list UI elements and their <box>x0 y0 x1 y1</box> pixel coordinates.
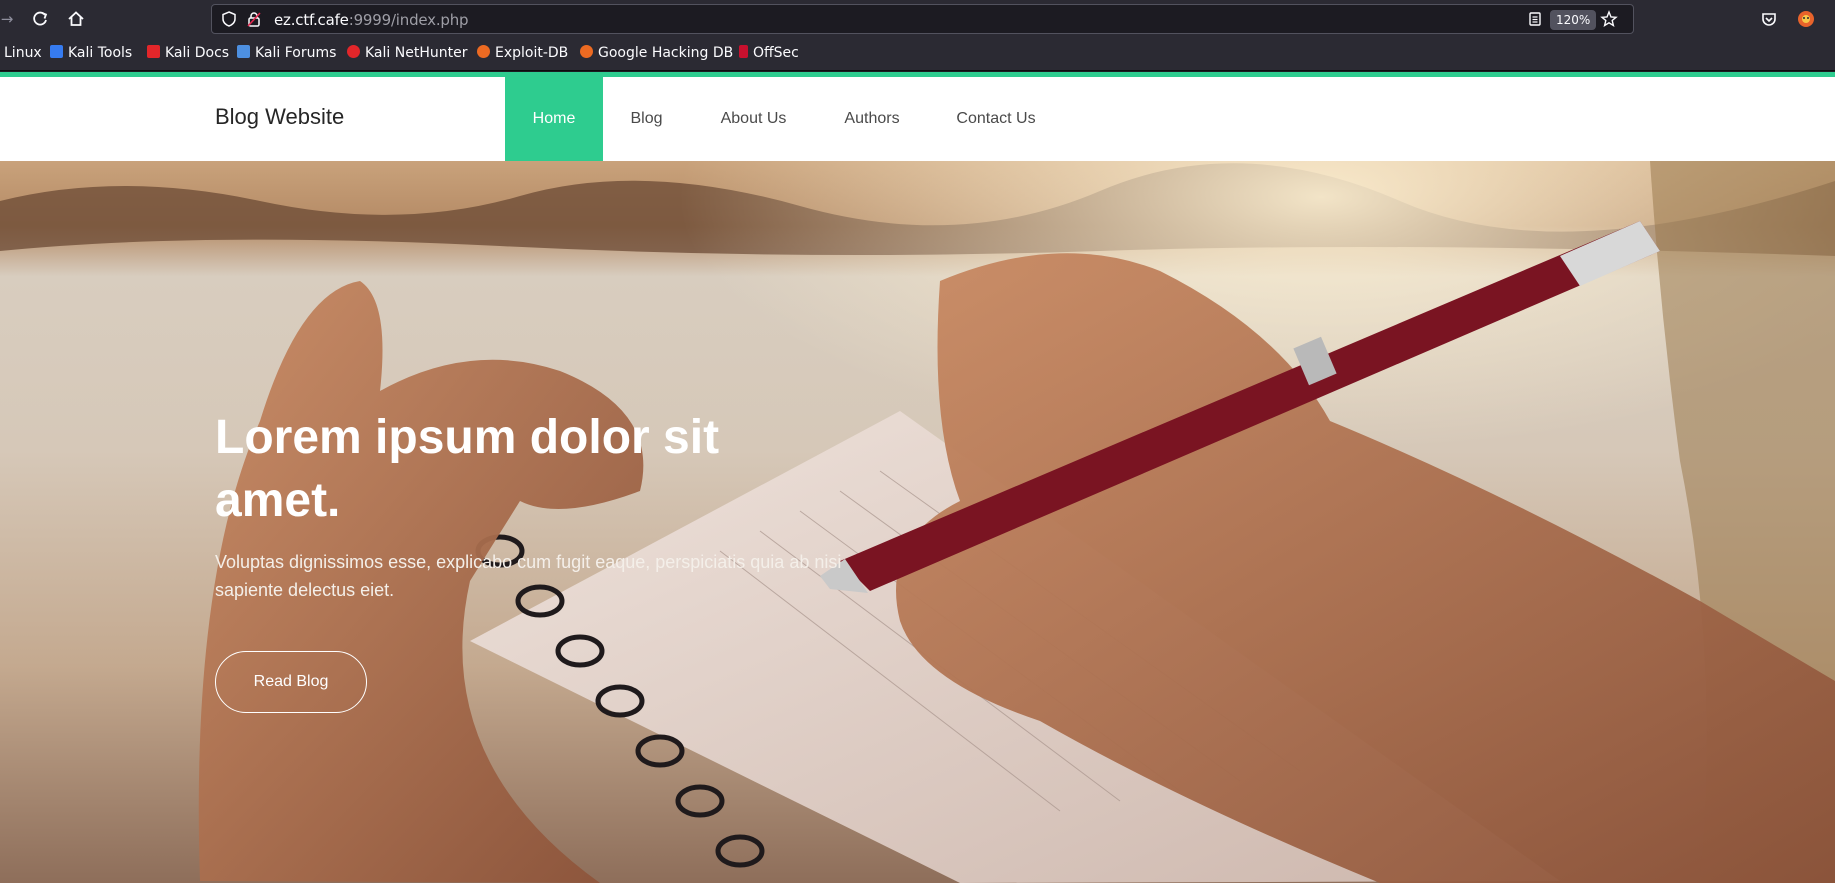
bookmark-google-hacking-db[interactable]: Google Hacking DB <box>580 45 733 61</box>
reader-mode-icon[interactable] <box>1526 10 1544 28</box>
shield-icon[interactable] <box>220 10 238 28</box>
exploit-db-icon <box>477 45 490 58</box>
url-text: ez.ctf.cafe:9999/index.php <box>274 11 469 29</box>
reload-icon[interactable] <box>29 8 51 30</box>
bookmark-kali-forums[interactable]: Kali Forums <box>237 45 336 61</box>
bookmarks-toolbar: Linux Kali Tools Kali Docs Kali Forums K… <box>0 38 1835 71</box>
bookmark-label: Exploit-DB <box>495 45 569 61</box>
bookmark-label: Kali Tools <box>68 45 133 61</box>
google-hacking-db-icon <box>580 45 593 58</box>
address-bar[interactable]: ez.ctf.cafe:9999/index.php 120% <box>211 4 1634 34</box>
nav-about-us[interactable]: About Us <box>690 77 817 161</box>
forward-icon[interactable]: → <box>0 8 18 30</box>
kali-nethunter-icon <box>347 45 360 58</box>
bookmark-exploit-db[interactable]: Exploit-DB <box>477 45 568 61</box>
offsec-icon <box>739 45 748 58</box>
nav-blog[interactable]: Blog <box>603 77 690 161</box>
bookmark-star-icon[interactable] <box>1600 10 1618 28</box>
lock-icon[interactable] <box>245 10 263 28</box>
browser-toolbar: → ez.ctf.cafe:9999/index.php 120% <box>0 0 1835 38</box>
zoom-level[interactable]: 120% <box>1550 10 1597 30</box>
bookmark-linux[interactable]: Linux <box>4 45 42 61</box>
home-icon[interactable] <box>65 8 87 30</box>
pocket-icon[interactable] <box>1758 8 1780 30</box>
bookmark-label: Kali Docs <box>165 45 230 61</box>
bookmark-label: Kali NetHunter <box>365 45 468 61</box>
nav-contact-us[interactable]: Contact Us <box>927 77 1065 161</box>
kali-forums-icon <box>237 45 250 58</box>
hero-subtitle: Voluptas dignissimos esse, explicabo cum… <box>215 552 842 600</box>
bookmark-offsec[interactable]: OffSec <box>739 45 799 61</box>
kali-tools-icon <box>50 45 63 58</box>
site-header: Blog Website Home Blog About Us Authors … <box>0 77 1835 161</box>
hero-section: Lorem ipsum dolor sit amet. Voluptas dig… <box>0 161 1835 883</box>
kali-docs-icon <box>147 45 160 58</box>
bookmark-label: Linux <box>4 45 42 61</box>
url-host: ez.ctf.cafe <box>274 11 349 29</box>
hero-title: Lorem ipsum dolor sit amet. <box>215 411 720 527</box>
read-blog-button[interactable]: Read Blog <box>215 651 367 713</box>
bookmark-label: OffSec <box>753 45 799 61</box>
bookmark-label: Google Hacking DB <box>598 45 734 61</box>
extension-icon[interactable] <box>1795 8 1817 30</box>
web-page: Blog Website Home Blog About Us Authors … <box>0 72 1835 883</box>
bookmark-kali-docs[interactable]: Kali Docs <box>147 45 229 61</box>
bookmark-kali-tools[interactable]: Kali Tools <box>50 45 132 61</box>
bookmark-label: Kali Forums <box>255 45 337 61</box>
url-path: :9999/index.php <box>348 11 469 29</box>
nav-authors[interactable]: Authors <box>817 77 927 161</box>
bookmark-kali-nethunter[interactable]: Kali NetHunter <box>347 45 467 61</box>
nav-home[interactable]: Home <box>505 77 603 161</box>
site-brand[interactable]: Blog Website <box>215 104 344 130</box>
